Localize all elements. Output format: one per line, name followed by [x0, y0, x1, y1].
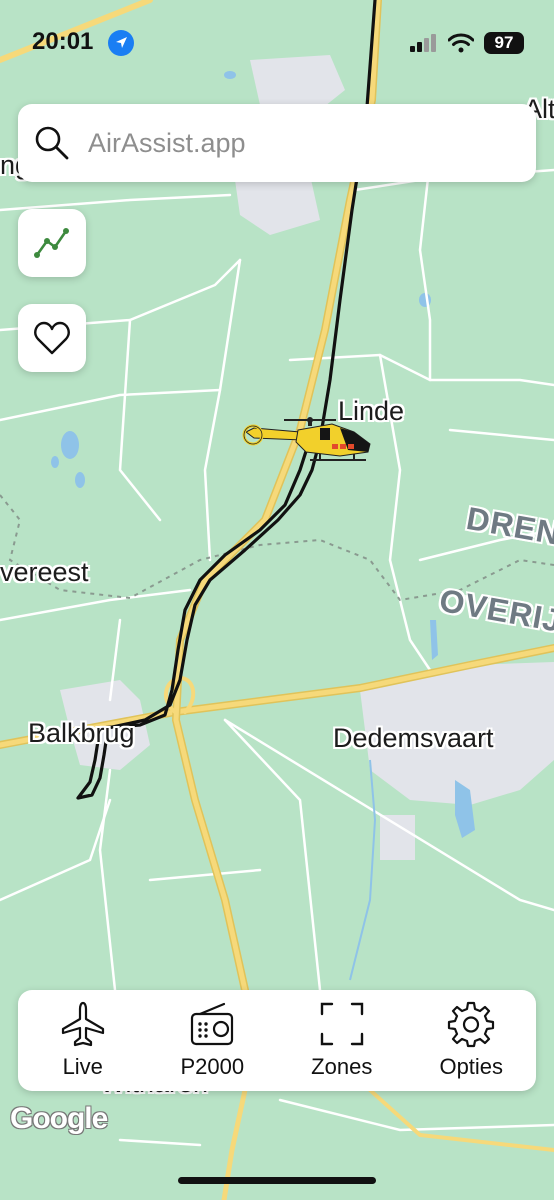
track-history-icon [34, 228, 69, 258]
zones-frame-icon [320, 1002, 363, 1046]
nav-zones[interactable]: Zones [277, 990, 407, 1091]
search-bar[interactable] [18, 104, 536, 182]
google-attribution: Google [10, 1102, 108, 1135]
battery-icon: 97 [484, 32, 524, 54]
status-bar: 20:01 97 [0, 0, 554, 80]
nav-label-live: Live [62, 1054, 103, 1079]
search-icon [35, 126, 69, 160]
nav-p2000[interactable]: P2000 [148, 990, 278, 1091]
nav-label-p2000: P2000 [180, 1054, 245, 1079]
bottom-nav: Live P2000 Zones Opties [18, 990, 536, 1091]
status-time: 20:01 [32, 28, 94, 55]
location-arrow-icon [108, 30, 134, 56]
nav-live[interactable]: Live [18, 990, 148, 1091]
nav-opties[interactable]: Opties [407, 990, 537, 1091]
place-label-dedemsvaart: Dedemsvaart [333, 723, 494, 753]
track-history-button[interactable] [18, 209, 86, 277]
cellular-signal-icon [410, 34, 436, 52]
nav-label-zones: Zones [311, 1054, 373, 1079]
place-label-balkbrug: Balkbrug [28, 718, 135, 748]
gear-icon [448, 1001, 495, 1048]
home-indicator[interactable] [178, 1177, 376, 1184]
heart-icon [34, 321, 70, 355]
place-label-vereest: vereest [0, 557, 89, 587]
airplane-icon [61, 1001, 104, 1047]
radio-icon [191, 1002, 234, 1046]
map-screen: Linde Balkbrug Dedemsvaart vereest Witha… [0, 0, 554, 1200]
nav-label-opties: Opties [439, 1054, 504, 1079]
wifi-icon [448, 33, 474, 53]
search-input[interactable] [86, 126, 510, 160]
place-label-linde: Linde [338, 396, 405, 426]
favorites-button[interactable] [18, 304, 86, 372]
